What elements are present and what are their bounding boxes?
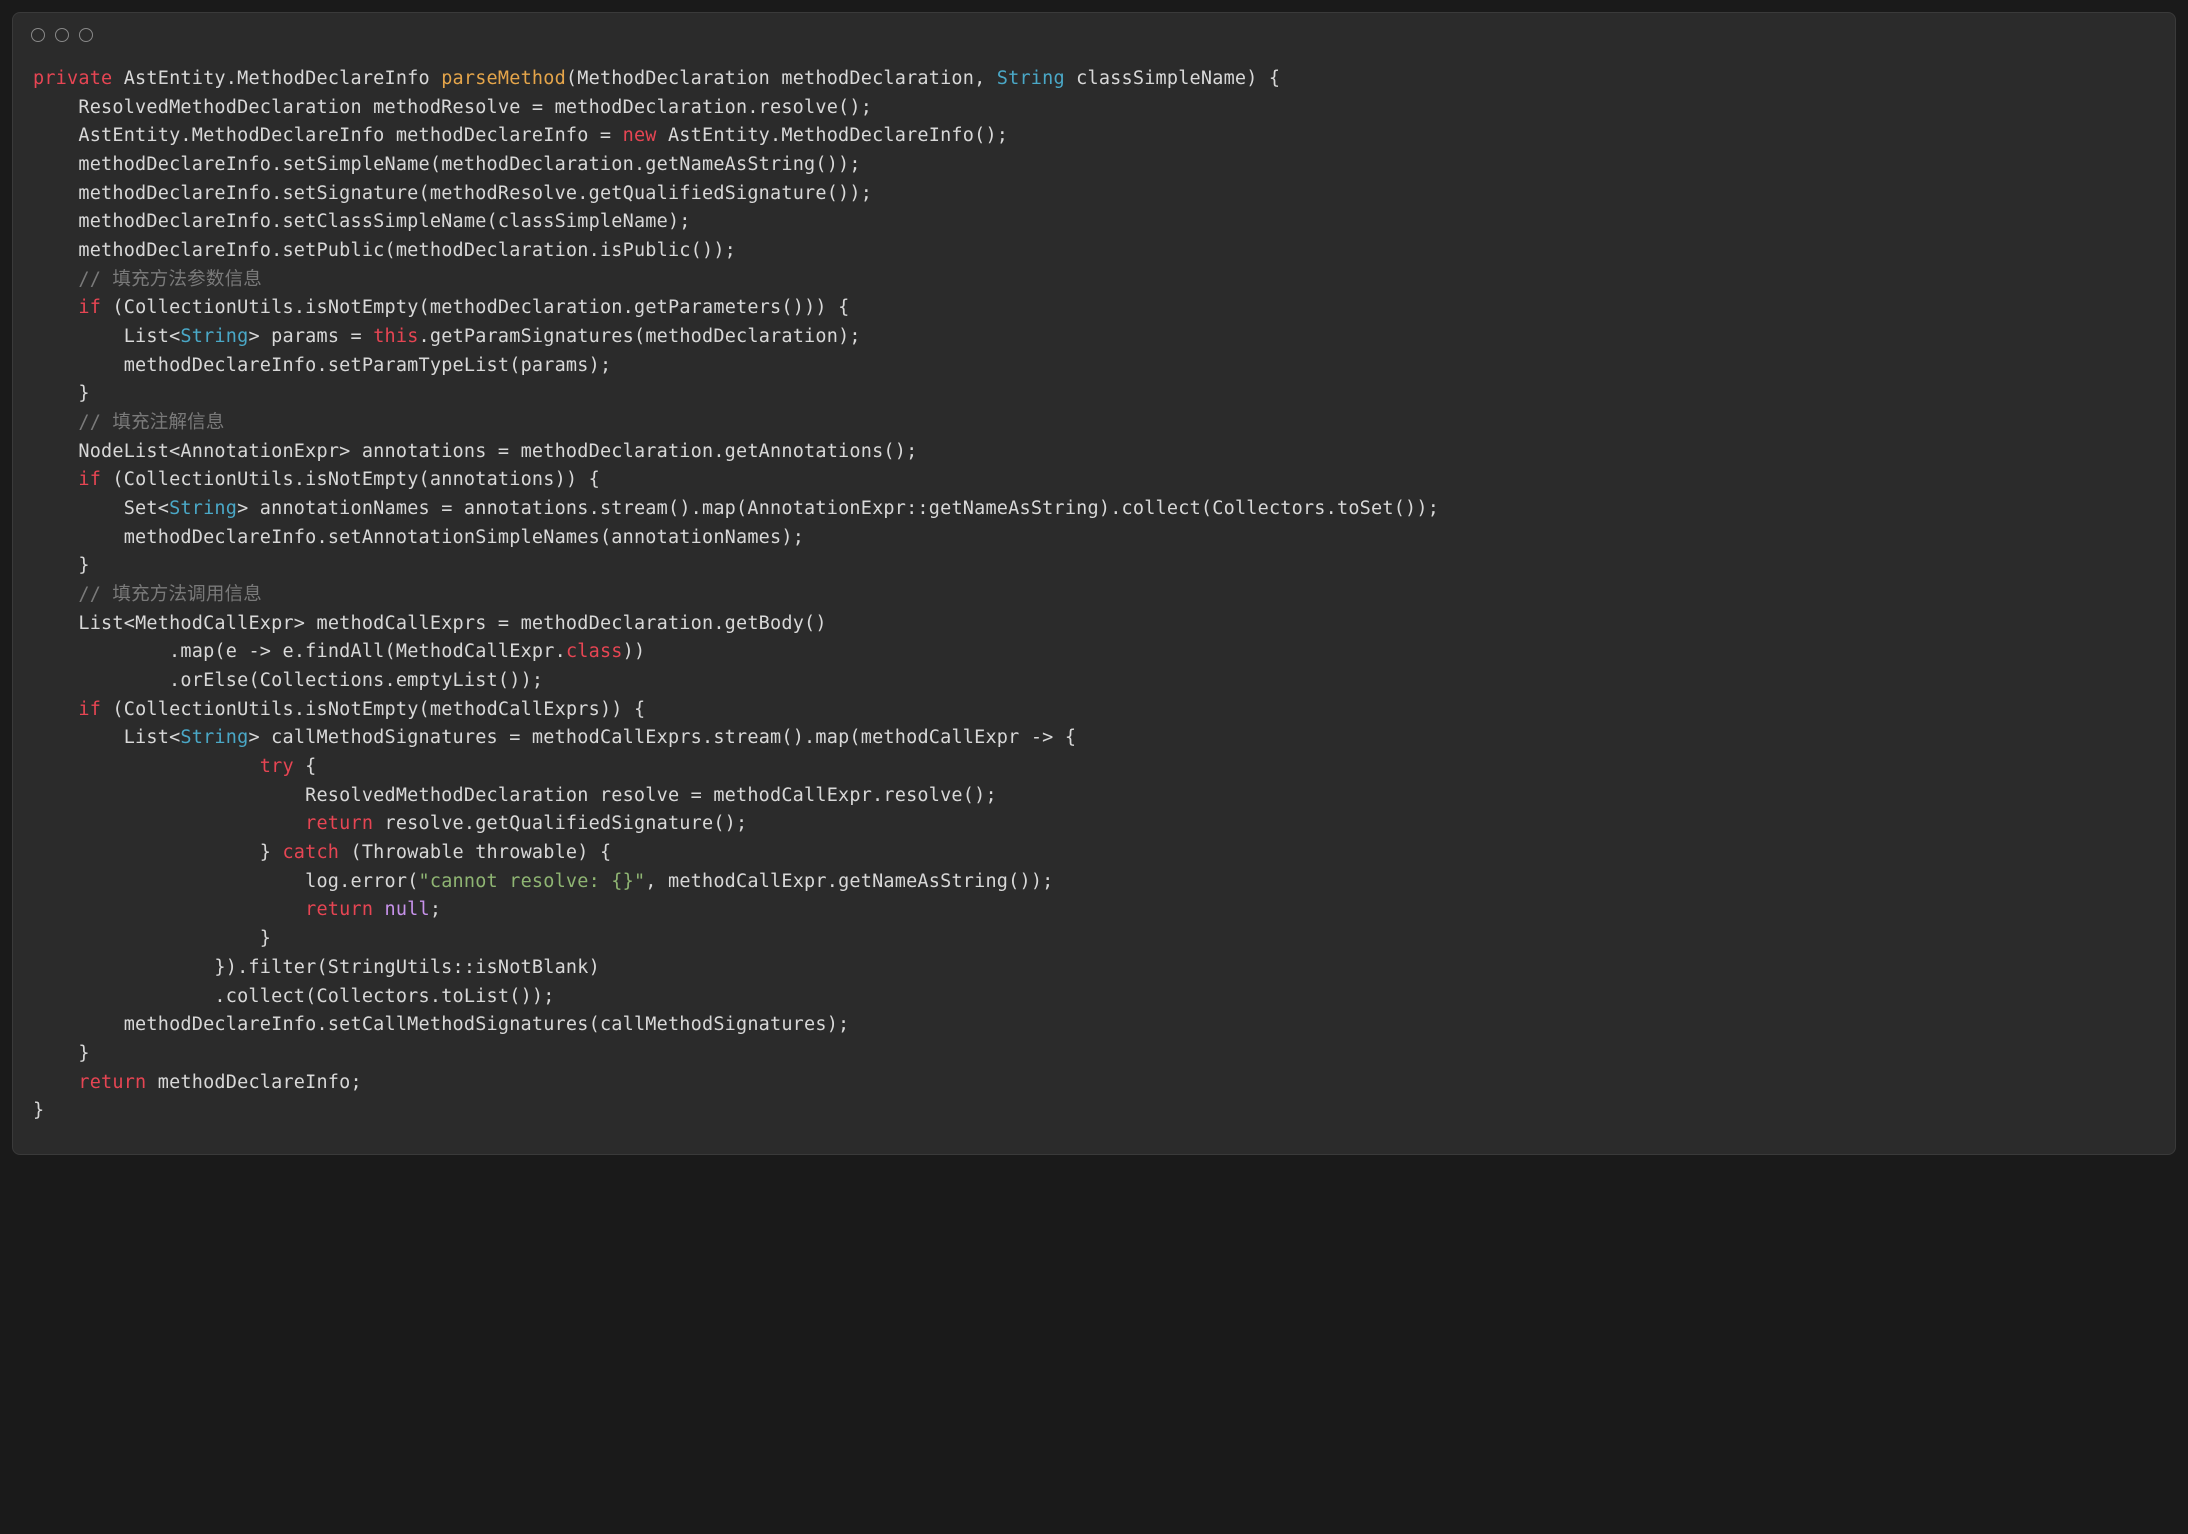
window-titlebar — [13, 13, 2175, 57]
code-window: private AstEntity.MethodDeclareInfo pars… — [12, 12, 2176, 1155]
window-minimize-button[interactable] — [55, 28, 69, 42]
comment: // 填充方法参数信息 — [78, 269, 262, 290]
keyword-private: private — [33, 68, 112, 89]
keyword-return: return — [305, 813, 373, 834]
keyword-new: new — [623, 125, 657, 146]
type-string: String — [997, 68, 1065, 89]
comment: // 填充注解信息 — [78, 412, 224, 433]
string-literal: "cannot resolve: {}" — [419, 871, 646, 892]
window-close-button[interactable] — [31, 28, 45, 42]
keyword-class: class — [566, 641, 623, 662]
keyword-try: try — [260, 756, 294, 777]
code-editor[interactable]: private AstEntity.MethodDeclareInfo pars… — [13, 57, 2175, 1154]
method-name: parseMethod — [441, 68, 566, 89]
keyword-this: this — [373, 326, 418, 347]
keyword-if: if — [78, 297, 101, 318]
keyword-null: null — [385, 899, 430, 920]
comment: // 填充方法调用信息 — [78, 584, 262, 605]
window-maximize-button[interactable] — [79, 28, 93, 42]
keyword-catch: catch — [282, 842, 339, 863]
